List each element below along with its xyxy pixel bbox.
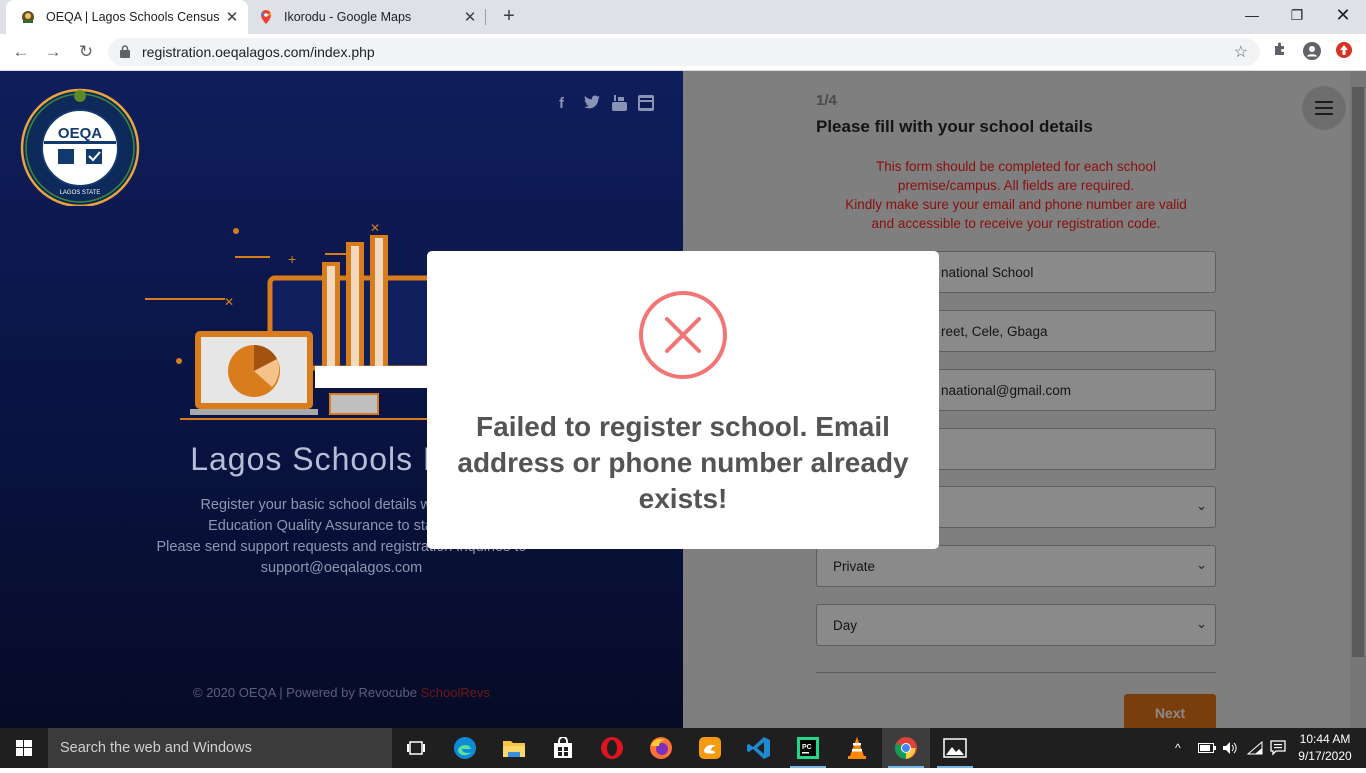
tab-oeqa[interactable]: OEQA | Lagos Schools Census ✕: [6, 0, 248, 34]
uc-browser-icon[interactable]: [686, 728, 734, 768]
svg-text:LAGOS STATE: LAGOS STATE: [60, 190, 101, 196]
menu-bar: [1315, 113, 1333, 115]
vscode-icon[interactable]: [735, 728, 783, 768]
menu-bar: [1315, 101, 1333, 103]
update-icon[interactable]: [1333, 41, 1355, 63]
maps-pin-icon: [258, 9, 274, 25]
analytics-illustration: ✕ ✕ +: [145, 221, 440, 420]
svg-text:✕: ✕: [370, 221, 380, 235]
form-title: Please fill with your school details: [816, 117, 1093, 136]
close-tab-icon[interactable]: ✕: [458, 8, 482, 26]
system-clock[interactable]: 10:44 AM 9/17/2020: [1290, 731, 1360, 765]
chevron-down-icon: ⌄: [1196, 498, 1207, 513]
form-notice: This form should be completed for each s…: [816, 157, 1216, 233]
oeqa-logo: OEQA LAGOS STATE: [20, 88, 140, 206]
new-tab-button[interactable]: +: [498, 4, 520, 28]
twitter-icon[interactable]: [584, 95, 600, 113]
pycharm-icon[interactable]: PC: [784, 728, 832, 768]
chevron-down-icon: ⌄: [1196, 616, 1207, 631]
svg-text:+: +: [288, 251, 296, 267]
hamburger-menu-button[interactable]: [1302, 86, 1346, 130]
notice-line: Kindly make sure your email and phone nu…: [845, 197, 1187, 212]
show-hidden-icons-icon[interactable]: ^: [1175, 728, 1181, 768]
footer: © 2020 OEQA | Powered by Revocube School…: [0, 685, 683, 700]
vlc-icon[interactable]: [833, 728, 881, 768]
facebook-icon[interactable]: f: [559, 95, 564, 112]
notice-line: This form should be completed for each s…: [876, 159, 1156, 174]
browser-toolbar: ← → ↻ registration.oeqalagos.com/index.p…: [0, 34, 1366, 71]
address-bar[interactable]: registration.oeqalagos.com/index.php ☆: [108, 38, 1260, 66]
youtube-icon[interactable]: [612, 95, 627, 115]
chrome-icon[interactable]: [882, 728, 930, 768]
wifi-icon[interactable]: [1247, 728, 1263, 768]
clock-time: 10:44 AM: [1299, 732, 1351, 746]
photos-icon[interactable]: [931, 728, 979, 768]
restore-button[interactable]: ❐: [1274, 4, 1320, 28]
error-message: Failed to register school. Email address…: [457, 411, 909, 514]
store-icon[interactable]: [539, 728, 587, 768]
opera-icon[interactable]: [588, 728, 636, 768]
task-view-icon[interactable]: [392, 728, 440, 768]
forward-arrow-icon[interactable]: →: [42, 41, 64, 63]
url-text: registration.oeqalagos.com/index.php: [142, 44, 375, 60]
ownership-value: Private: [833, 558, 876, 574]
firefox-icon[interactable]: [637, 728, 685, 768]
next-button[interactable]: Next: [1124, 694, 1216, 728]
scrollbar[interactable]: [1350, 71, 1366, 728]
back-arrow-icon[interactable]: ←: [10, 41, 32, 63]
ownership-select[interactable]: Private ⌄: [816, 545, 1216, 587]
instagram-icon[interactable]: [638, 95, 654, 115]
school-type-value: Day: [833, 617, 858, 633]
bookmark-star-icon[interactable]: ☆: [1234, 42, 1248, 62]
tab-title: OEQA | Lagos Schools Census: [46, 10, 220, 24]
taskbar-search[interactable]: Search the web and Windows: [48, 728, 392, 768]
battery-icon[interactable]: [1198, 728, 1216, 768]
svg-text:✕: ✕: [224, 295, 234, 309]
lagos-crest-icon: [20, 9, 36, 25]
profile-avatar-icon[interactable]: [1301, 41, 1323, 63]
form-divider: [816, 672, 1216, 673]
support-email-link[interactable]: support@oeqalagos.com: [90, 558, 593, 579]
minimize-button[interactable]: —: [1229, 4, 1275, 28]
tab-strip: OEQA | Lagos Schools Census ✕ Ikorodu - …: [0, 0, 1366, 34]
notice-line: and accessible to receive your registrat…: [871, 216, 1161, 231]
error-x-icon: [639, 291, 727, 379]
step-indicator: 1/4: [816, 92, 837, 109]
page-content: OEQA LAGOS STATE f ✕ ✕ + Lagos Schools R…: [0, 71, 1366, 728]
error-dialog: Failed to register school. Email address…: [427, 251, 939, 549]
extensions-icon[interactable]: [1269, 41, 1291, 63]
tab-google-maps[interactable]: Ikorodu - Google Maps ✕: [250, 0, 486, 34]
menu-bar: [1315, 107, 1333, 109]
clock-date: 9/17/2020: [1298, 749, 1352, 763]
lock-icon: [120, 45, 130, 58]
reload-icon[interactable]: ↻: [75, 41, 97, 63]
close-tab-icon[interactable]: ✕: [220, 8, 244, 26]
file-explorer-icon[interactable]: [490, 728, 538, 768]
footer-text: © 2020 OEQA | Powered by Revocube: [193, 685, 421, 700]
tab-title: Ikorodu - Google Maps: [284, 10, 412, 24]
svg-text:PC: PC: [802, 744, 812, 751]
windows-taskbar: Search the web and Windows PC ^ 10:44 AM…: [0, 728, 1366, 768]
school-type-select[interactable]: Day ⌄: [816, 604, 1216, 646]
close-window-button[interactable]: ✕: [1320, 4, 1366, 28]
start-button[interactable]: [0, 728, 48, 768]
action-center-icon[interactable]: [1270, 728, 1286, 768]
svg-text:OEQA: OEQA: [58, 125, 102, 142]
volume-icon[interactable]: [1222, 728, 1238, 768]
edge-icon[interactable]: [441, 728, 489, 768]
notice-line: premise/campus. All fields are required.: [897, 178, 1135, 193]
scrollbar-thumb[interactable]: [1352, 87, 1364, 657]
chevron-down-icon: ⌄: [1196, 557, 1207, 572]
schoolrevs-link[interactable]: SchoolRevs: [421, 685, 490, 700]
